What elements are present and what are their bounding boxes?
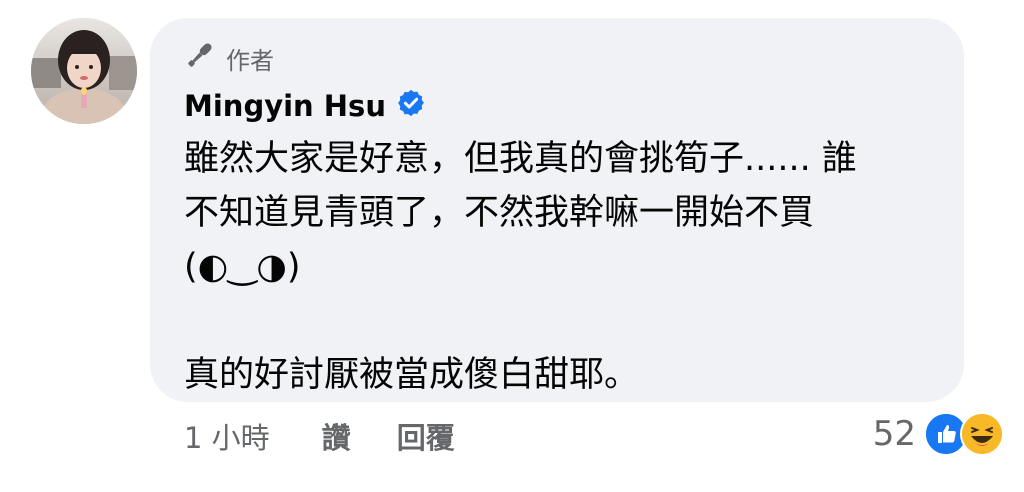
comment-timestamp[interactable]: 1 小時 bbox=[184, 415, 270, 457]
microphone-icon bbox=[184, 39, 216, 77]
author-badge-label: 作者 bbox=[226, 46, 274, 75]
verified-badge-icon bbox=[396, 88, 426, 125]
comment-text-line: (◐‿◑) bbox=[184, 247, 301, 287]
avatar[interactable] bbox=[31, 18, 137, 124]
comment-text: 雖然大家是好意，但我真的會挑筍子...... 誰 不知道見青頭了，不然我幹嘛一開… bbox=[184, 132, 944, 402]
author-name-row: Mingyin Hsu bbox=[184, 86, 426, 126]
comment-text-line: 雖然大家是好意，但我真的會挑筍子...... 誰 bbox=[184, 139, 857, 179]
comment-page: 作者 Mingyin Hsu 雖然大家是好意，但我真的會挑筍子...... 誰 … bbox=[0, 0, 1024, 492]
reaction-count: 52 bbox=[872, 414, 916, 454]
comment-text-line: 真的好討厭被當成傻白甜耶。 bbox=[184, 355, 640, 395]
comment-text-line: 不知道見青頭了，不然我幹嘛一開始不買 bbox=[184, 193, 815, 233]
comment-text-line bbox=[184, 294, 944, 348]
haha-reaction-icon bbox=[960, 412, 1004, 456]
reply-button[interactable]: 回覆 bbox=[397, 415, 455, 457]
comment-footer: 1 小時 讚 回覆 bbox=[184, 414, 455, 458]
like-button[interactable]: 讚 bbox=[322, 415, 351, 457]
reactions-summary[interactable]: 52 bbox=[873, 410, 1004, 458]
author-name[interactable]: Mingyin Hsu bbox=[184, 89, 386, 123]
author-badge: 作者 bbox=[184, 40, 274, 76]
